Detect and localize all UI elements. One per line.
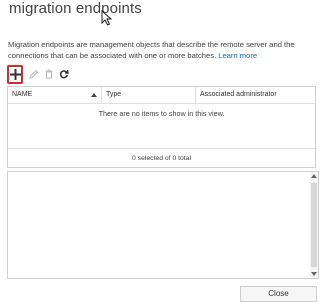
- close-button[interactable]: Close: [240, 286, 317, 302]
- add-button[interactable]: [7, 64, 23, 84]
- scroll-down-icon[interactable]: [311, 272, 317, 276]
- details-pane: [7, 171, 319, 279]
- column-header-name[interactable]: NAME: [8, 87, 102, 103]
- page-title: migration endpoints: [9, 0, 142, 17]
- scroll-thumb[interactable]: [311, 183, 317, 267]
- description: Migration endpoints are management objec…: [8, 40, 320, 61]
- edit-button[interactable]: [26, 66, 41, 83]
- refresh-icon: [59, 69, 69, 79]
- learn-more-link[interactable]: Learn more: [218, 51, 257, 60]
- table-header: NAME Type Associated administrator: [8, 87, 315, 104]
- refresh-button[interactable]: [56, 66, 71, 83]
- delete-button[interactable]: [41, 66, 56, 83]
- column-header-label: Associated administrator: [200, 91, 277, 98]
- column-header-label: NAME: [12, 91, 33, 98]
- mouse-cursor-icon: [101, 10, 113, 26]
- trash-icon: [45, 69, 52, 79]
- endpoints-table: NAME Type Associated administrator There…: [7, 86, 316, 168]
- column-header-label: Type: [106, 91, 122, 98]
- scroll-up-icon[interactable]: [311, 174, 317, 178]
- empty-table-message: There are no items to show in this view.: [98, 109, 225, 118]
- selection-status: 0 selected of 0 total: [132, 155, 191, 162]
- toolbar: [7, 64, 71, 84]
- column-header-type[interactable]: Type: [102, 87, 196, 103]
- pencil-icon: [28, 69, 38, 79]
- column-header-associated-administrator[interactable]: Associated administrator: [196, 87, 316, 103]
- sort-ascending-icon: [91, 93, 97, 97]
- details-scrollbar[interactable]: [310, 172, 318, 278]
- plus-icon: [9, 68, 21, 80]
- divider: [8, 148, 315, 149]
